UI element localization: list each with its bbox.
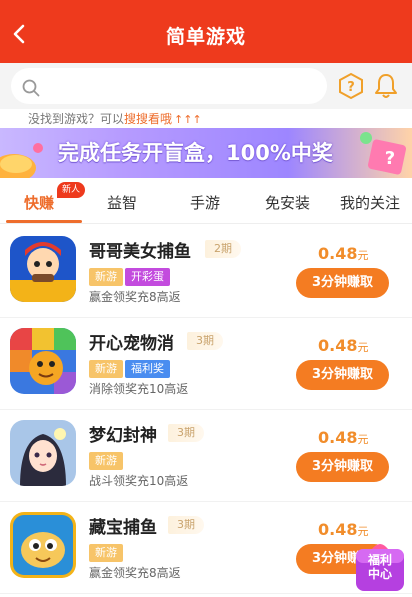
price-value: 0.48: [318, 520, 358, 539]
tab-no-install[interactable]: 免安装: [265, 192, 310, 213]
game-description: 赢金领奖充8高返: [89, 566, 181, 580]
reward-price: 0.48元: [318, 428, 368, 447]
new-user-badge: 新人: [57, 182, 86, 198]
bell-icon[interactable]: [373, 72, 399, 100]
game-description: 消除领奖充10高返: [89, 382, 189, 396]
tab-puzzle[interactable]: 益智: [107, 192, 137, 213]
reward-price: 0.48元: [318, 520, 368, 539]
earn-button[interactable]: 3分钟赚取: [296, 360, 389, 390]
tag-egg: 开彩蛋: [125, 268, 170, 286]
price-unit: 元: [357, 525, 369, 538]
game-description: 赢金领奖充8高返: [89, 290, 181, 304]
welfare-center-label: 福利 中心: [357, 553, 403, 581]
banner-text: 完成任务开盲盒，100%中奖: [58, 141, 333, 165]
blind-box-banner[interactable]: 完成任务开盲盒，100%中奖 ?: [0, 128, 412, 178]
game-icon: [10, 236, 76, 302]
coin-decoration-icon: [0, 143, 43, 178]
tag-group: 新游: [89, 541, 125, 562]
price-value: 0.48: [318, 336, 358, 355]
active-tab-underline: [6, 220, 82, 223]
svg-text:?: ?: [347, 80, 355, 95]
game-list-item[interactable]: 哥哥美女捕鱼 2期 新游 开彩蛋 赢金领奖充8高返 0.48元 3分钟赚取: [0, 228, 412, 318]
game-icon: [10, 512, 76, 578]
game-icon: [10, 420, 76, 486]
period-badge: 3期: [168, 516, 204, 534]
gift-box-icon: ?: [360, 132, 407, 175]
game-list-item[interactable]: 梦幻封神 3期 新游 战斗领奖充10高返 0.48元 3分钟赚取: [0, 412, 412, 502]
game-list-item[interactable]: 开心宠物消 3期 新游 福利奖 消除领奖充10高返 0.48元 3分钟赚取: [0, 320, 412, 410]
game-list-item[interactable]: 藏宝捕鱼 3期 新游 赢金领奖充8高返 0.48元 3分钟赚取: [0, 504, 412, 594]
tag-new: 新游: [89, 268, 123, 286]
earn-button[interactable]: 3分钟赚取: [296, 268, 389, 298]
tab-my-follows[interactable]: 我的关注: [340, 192, 400, 213]
svg-text:?: ?: [385, 148, 395, 169]
game-icon: [10, 328, 76, 394]
tag-new: 新游: [89, 452, 123, 470]
tag-new: 新游: [89, 544, 123, 562]
game-description: 战斗领奖充10高返: [89, 474, 189, 488]
price-unit: 元: [357, 341, 369, 354]
period-badge: 3期: [168, 424, 204, 442]
question-hexagon-icon[interactable]: ?: [338, 72, 364, 100]
tag-group: 新游 福利奖: [89, 357, 172, 378]
search-icon: [22, 79, 40, 97]
tab-mobile-games[interactable]: 手游: [190, 192, 220, 213]
app-screen: 简单游戏 ? 没找到游戏？可以搜搜看哦 ↑↑↑ 完成任务开盲盒，100%中奖 ? …: [0, 0, 412, 597]
reward-price: 0.48元: [318, 336, 368, 355]
price-unit: 元: [357, 249, 369, 262]
tag-prize: 福利奖: [125, 360, 170, 378]
tab-kuaizhuan[interactable]: 快赚: [24, 192, 54, 213]
price-value: 0.48: [318, 244, 358, 263]
period-badge: 3期: [187, 332, 223, 350]
welfare-line2: 中心: [367, 567, 392, 581]
hint-arrows: ↑↑↑: [174, 113, 202, 126]
hint-prefix: 没找到游戏？可以: [28, 112, 125, 126]
game-name: 哥哥美女捕鱼: [89, 242, 191, 262]
game-name: 藏宝捕鱼: [89, 518, 157, 538]
price-unit: 元: [357, 433, 369, 446]
reward-price: 0.48元: [318, 244, 368, 263]
tag-group: 新游: [89, 449, 125, 470]
tag-new: 新游: [89, 360, 123, 378]
top-bar: 简单游戏: [0, 0, 412, 63]
tag-group: 新游 开彩蛋: [89, 265, 172, 286]
game-name: 开心宠物消: [89, 334, 174, 354]
price-value: 0.48: [318, 428, 358, 447]
hint-search-link[interactable]: 搜搜看哦: [124, 112, 172, 126]
welfare-line1: 福利: [367, 553, 392, 567]
earn-button[interactable]: 3分钟赚取: [296, 452, 389, 482]
page-title: 简单游戏: [165, 26, 246, 48]
game-name: 梦幻封神: [89, 426, 157, 446]
search-input[interactable]: [11, 68, 327, 104]
period-badge: 2期: [205, 240, 241, 258]
search-hint: 没找到游戏？可以搜搜看哦 ↑↑↑: [28, 110, 202, 127]
